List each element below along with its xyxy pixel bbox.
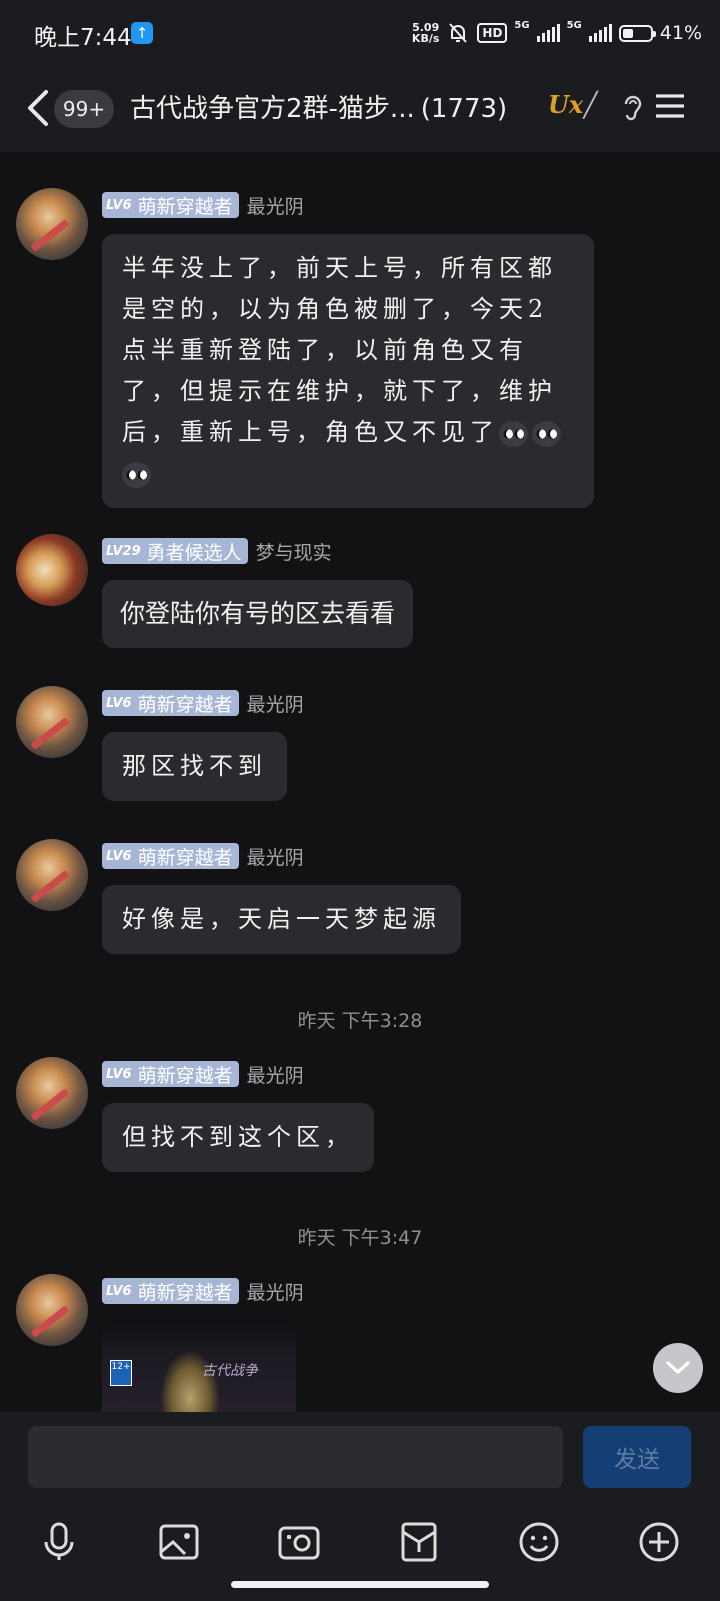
message-text: 你登陆你有号的区去看看: [120, 599, 396, 628]
ux-logo[interactable]: Ux╱: [548, 90, 598, 119]
network-speed: 5.09 KB/s: [412, 22, 439, 44]
level-title: 勇者候选人: [146, 541, 242, 564]
timestamp-divider: 昨天 下午3:47: [297, 1227, 423, 1249]
microphone-icon: [44, 1522, 74, 1560]
sender-nickname[interactable]: 最光阴: [247, 1061, 304, 1088]
eyes-emoji-icon: [499, 420, 528, 447]
level-number: LV6: [106, 1283, 132, 1299]
level-title: 萌新穿越者: [137, 195, 233, 218]
battery-icon: [618, 24, 656, 42]
message-text: 但找不到这个区，: [122, 1123, 354, 1151]
voice-button[interactable]: [29, 1512, 89, 1572]
send-button[interactable]: 发送: [583, 1426, 691, 1488]
more-button[interactable]: [629, 1512, 689, 1572]
level-badge: LV6 萌新穿越者: [102, 1061, 239, 1087]
avatar[interactable]: [16, 686, 88, 758]
wallet-icon: [401, 1522, 437, 1562]
level-badge: LV6 萌新穿越者: [102, 192, 239, 218]
ux-logo-text: Ux: [548, 90, 584, 119]
message-text: 好像是，天启一天梦起源: [122, 905, 441, 933]
sender-meta: LV6 萌新穿越者 最光阴: [102, 1061, 304, 1087]
message-text: 那区找不到: [122, 752, 267, 780]
hd-badge: HD: [477, 23, 508, 43]
sender-meta: LV6 萌新穿越者 最光阴: [102, 843, 304, 869]
level-number: LV6: [106, 197, 132, 213]
message-bubble[interactable]: 好像是，天启一天梦起源: [102, 885, 461, 954]
message-bubble[interactable]: 那区找不到: [102, 732, 287, 801]
member-count: (1773): [420, 94, 508, 124]
battery-percent: 41%: [659, 22, 702, 44]
sender-nickname[interactable]: 最光阴: [247, 690, 304, 717]
sender-nickname[interactable]: 梦与现实: [256, 538, 332, 565]
plus-icon: [639, 1522, 679, 1562]
camera-icon: [278, 1526, 320, 1560]
scroll-to-bottom-button[interactable]: [653, 1343, 703, 1393]
message-list[interactable]: LV6 萌新穿越者 最光阴 半年没上了，前天上号，所有区都是空的，以为角色被删了，…: [0, 152, 720, 1412]
avatar[interactable]: [16, 839, 88, 911]
chat-header: 99+ 古代战争官方2群-猫步... (1773) Ux╱: [0, 66, 720, 152]
level-badge: LV6 萌新穿越者: [102, 843, 239, 869]
sender-meta: LV6 萌新穿越者 最光阴: [102, 690, 304, 716]
level-badge: LV6 萌新穿越者: [102, 690, 239, 716]
message-bubble[interactable]: 但找不到这个区，: [102, 1103, 374, 1172]
level-title: 萌新穿越者: [137, 846, 233, 869]
emoji-button[interactable]: [509, 1512, 569, 1572]
level-number: LV6: [106, 848, 132, 864]
sender-meta: LV29 勇者候选人 梦与现实: [102, 538, 332, 564]
timestamp-divider: 昨天 下午3:28: [297, 1010, 423, 1032]
unread-badge[interactable]: 99+: [54, 90, 114, 128]
level-number: LV6: [106, 1066, 132, 1082]
mute-bell-icon: [449, 23, 468, 43]
input-area: 发送: [0, 1412, 720, 1601]
avatar[interactable]: [16, 534, 88, 606]
avatar[interactable]: [16, 188, 88, 260]
sender-meta: LV6 萌新穿越者 最光阴: [102, 1278, 304, 1304]
avatar[interactable]: [16, 1057, 88, 1129]
game-logo-text: 古代战争: [202, 1363, 258, 1379]
status-indicators: 5.09 KB/s HD 5G 5G 41%: [412, 16, 702, 50]
level-title: 萌新穿越者: [137, 1064, 233, 1087]
sender-meta: LV6 萌新穿越者 最光阴: [102, 192, 304, 218]
upload-arrow-icon: ↑: [131, 22, 153, 44]
level-title: 萌新穿越者: [137, 693, 233, 716]
level-badge: LV6 萌新穿越者: [102, 1278, 239, 1304]
camera-button[interactable]: [269, 1512, 329, 1572]
emoji-icon: [519, 1522, 559, 1562]
group-title[interactable]: 古代战争官方2群-猫步... (1773): [130, 88, 507, 125]
sender-nickname[interactable]: 最光阴: [247, 843, 304, 870]
red-packet-button[interactable]: [389, 1512, 449, 1572]
eyes-emoji-icon: [122, 461, 151, 488]
status-time: 晚上7:44: [34, 25, 132, 51]
network-type-2: 5G: [566, 19, 582, 31]
back-arrow-icon[interactable]: [24, 88, 52, 128]
network-type-1: 5G: [514, 19, 530, 31]
status-bar: 晚上7:44 ↑ 5.09 KB/s HD 5G 5G 41%: [0, 0, 720, 66]
age-rating-badge: 12+: [110, 1360, 132, 1386]
signal-bars-2-icon: [588, 24, 612, 42]
level-title: 萌新穿越者: [137, 1281, 233, 1304]
eyes-emoji-icon: [532, 420, 561, 447]
image-icon: [159, 1524, 199, 1560]
network-speed-unit: KB/s: [411, 32, 440, 45]
message-bubble[interactable]: 半年没上了，前天上号，所有区都是空的，以为角色被删了，今天2点半重新登陆了，以前…: [102, 234, 594, 508]
input-toolbar: [0, 1512, 720, 1572]
menu-icon[interactable]: [654, 92, 686, 120]
image-message[interactable]: 12+ 古代战争: [102, 1320, 296, 1412]
message-bubble[interactable]: 你登陆你有号的区去看看: [102, 580, 414, 648]
sender-nickname[interactable]: 最光阴: [247, 1278, 304, 1305]
ear-icon[interactable]: [622, 92, 644, 124]
group-name: 古代战争官方2群-猫步...: [130, 94, 415, 124]
signal-bars-1-icon: [536, 24, 560, 42]
home-indicator[interactable]: [231, 1581, 489, 1588]
level-number: LV6: [106, 695, 132, 711]
message-text: 半年没上了，前天上号，所有区都是空的，以为角色被删了，今天2点半重新登陆了，以前…: [122, 254, 557, 446]
level-number: LV29: [106, 543, 141, 559]
message-input[interactable]: [28, 1426, 563, 1488]
avatar[interactable]: [16, 1274, 88, 1346]
level-badge: LV29 勇者候选人: [102, 538, 248, 564]
sender-nickname[interactable]: 最光阴: [247, 192, 304, 219]
chevron-down-icon: [666, 1361, 690, 1374]
image-button[interactable]: [149, 1512, 209, 1572]
